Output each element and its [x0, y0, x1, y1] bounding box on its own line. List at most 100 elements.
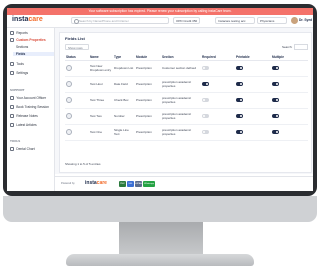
multiple-toggle[interactable]	[272, 98, 279, 102]
sidebar-item-articles[interactable]: Latest Articles	[10, 123, 37, 128]
printable-toggle[interactable]	[236, 98, 243, 102]
status-radio[interactable]	[66, 80, 72, 87]
required-toggle[interactable]	[202, 114, 209, 118]
table-row: Test New Dropdown entry Dropdown List Pres…	[65, 60, 308, 77]
status-radio[interactable]	[66, 96, 72, 103]
status-cell[interactable]	[65, 92, 89, 109]
col-section[interactable]: Section	[161, 53, 201, 61]
fields-table: Status Name Type Module Section Required…	[65, 53, 308, 141]
tools-heading: TOOLS	[10, 139, 21, 143]
status-cell[interactable]	[65, 108, 89, 125]
section-cell: Customer section defined	[161, 60, 201, 77]
sidebar-item-reports[interactable]: Reports	[10, 31, 28, 36]
printable-toggle[interactable]	[236, 82, 243, 86]
required-cell	[201, 124, 235, 141]
type-cell: Dropdown List	[113, 60, 135, 77]
status-radio[interactable]	[66, 128, 72, 135]
table-row: Test Three Check Box Prescription prescript…	[65, 92, 308, 109]
type-cell: Number	[113, 108, 135, 125]
app-logo[interactable]: instacare	[12, 16, 43, 23]
printable-cell	[235, 124, 271, 141]
status-cell[interactable]	[65, 124, 89, 141]
multiple-toggle[interactable]	[272, 66, 279, 70]
properties-icon	[10, 38, 15, 43]
printable-cell	[235, 108, 271, 125]
name-cell: Test Three	[89, 92, 113, 109]
col-name[interactable]: Name	[89, 53, 113, 61]
col-status[interactable]: Status	[65, 53, 89, 61]
table-info: Showing 1 to 5 of 5 entries	[65, 162, 101, 166]
table-row: Test Hour Date Field Prescription prescript…	[65, 76, 308, 93]
module-cell: Prescription	[135, 60, 161, 77]
required-toggle[interactable]	[202, 98, 209, 102]
sidebar-subitem-sections[interactable]: Sections	[16, 45, 28, 49]
printable-toggle[interactable]	[236, 130, 243, 134]
status-cell[interactable]	[65, 76, 89, 93]
section-cell: prescription academic properties	[161, 92, 201, 109]
required-toggle[interactable]	[202, 66, 209, 70]
table-row: Test One Single Line Text Prescription pres…	[65, 124, 308, 141]
table-header-row: Status Name Type Module Section Required…	[65, 53, 308, 61]
sidebar-item-release-notes[interactable]: Release Notes	[10, 114, 38, 119]
sidebar-item-settings[interactable]: Settings	[10, 71, 28, 76]
monitor-stand-base	[66, 254, 254, 266]
status-cell[interactable]	[65, 60, 89, 77]
user-name[interactable]: Dr. Syed	[299, 17, 312, 24]
clinic-dropdown[interactable]: Instacare testing acc	[215, 17, 255, 24]
reports-icon	[10, 31, 15, 36]
name-cell: Test New Dropdown entry	[89, 60, 113, 77]
multiple-toggle[interactable]	[272, 82, 279, 86]
printable-cell	[235, 92, 271, 109]
printable-cell	[235, 76, 271, 93]
col-printable[interactable]: Printable	[235, 53, 271, 61]
table-row: Test Two Number Prescription prescription a…	[65, 108, 308, 125]
pmc-badge: PMC	[119, 181, 126, 187]
required-toggle[interactable]	[202, 130, 209, 134]
multiple-cell	[271, 60, 308, 77]
search-input[interactable]: Search by Name/Phone and hit Enter	[71, 17, 169, 25]
subscription-banner: Your software subscription has expired. …	[7, 8, 313, 15]
physician-dropdown[interactable]: Physicians	[257, 17, 287, 24]
module-cell: Prescription	[135, 92, 161, 109]
status-radio[interactable]	[66, 64, 72, 71]
type-cell: Single Line Text	[113, 124, 135, 141]
col-required[interactable]: Required	[201, 53, 235, 61]
ssl-badge: SSL	[127, 181, 134, 187]
sidebar-item-account-officer[interactable]: Your Account Officer	[10, 96, 46, 101]
sidebar: Reports Custom Properties Sections Field…	[7, 28, 55, 191]
sidebar-item-custom-properties[interactable]: Custom Properties	[10, 38, 46, 43]
sidebar-item-tools[interactable]: Tools	[10, 62, 24, 67]
sidebar-item-training[interactable]: Book Training Session	[10, 105, 49, 110]
hipaa-badge: HIPAA	[135, 181, 142, 187]
type-cell: Date Field	[113, 76, 135, 93]
printable-toggle[interactable]	[236, 66, 243, 70]
printable-toggle[interactable]	[236, 114, 243, 118]
page-title: Fields List	[65, 36, 85, 41]
name-cell: Test Hour	[89, 76, 113, 93]
table-search-input[interactable]	[294, 44, 308, 50]
monitor-stand-neck	[119, 222, 203, 256]
sidebar-subitem-fields[interactable]: Fields	[13, 52, 54, 56]
powered-by-label: Powered by	[61, 182, 75, 185]
notes-icon	[10, 114, 15, 119]
col-type[interactable]: Type	[113, 53, 135, 61]
status-radio[interactable]	[66, 112, 72, 119]
required-cell	[201, 60, 235, 77]
multiple-toggle[interactable]	[272, 114, 279, 118]
col-module[interactable]: Module	[135, 53, 161, 61]
opd-credit-button[interactable]: OPD Credit 350	[173, 17, 201, 24]
multiple-cell	[271, 108, 308, 125]
sidebar-item-dental-chart[interactable]: Dental Chart	[10, 147, 35, 152]
section-cell: prescription academic properties	[161, 124, 201, 141]
search-label: Search:	[282, 45, 293, 49]
required-toggle[interactable]	[202, 82, 209, 86]
name-cell: Test One	[89, 124, 113, 141]
show-entries-select[interactable]: Show rows	[65, 44, 89, 50]
tools-icon	[10, 62, 15, 67]
col-multiple[interactable]: Multiple	[271, 53, 308, 61]
avatar[interactable]	[291, 17, 298, 24]
multiple-toggle[interactable]	[272, 130, 279, 134]
calendar-icon	[10, 105, 15, 110]
app-footer: Powered by instacare PMC SSL HIPAA Whats…	[55, 176, 313, 191]
support-heading: SUPPORT	[10, 88, 25, 92]
